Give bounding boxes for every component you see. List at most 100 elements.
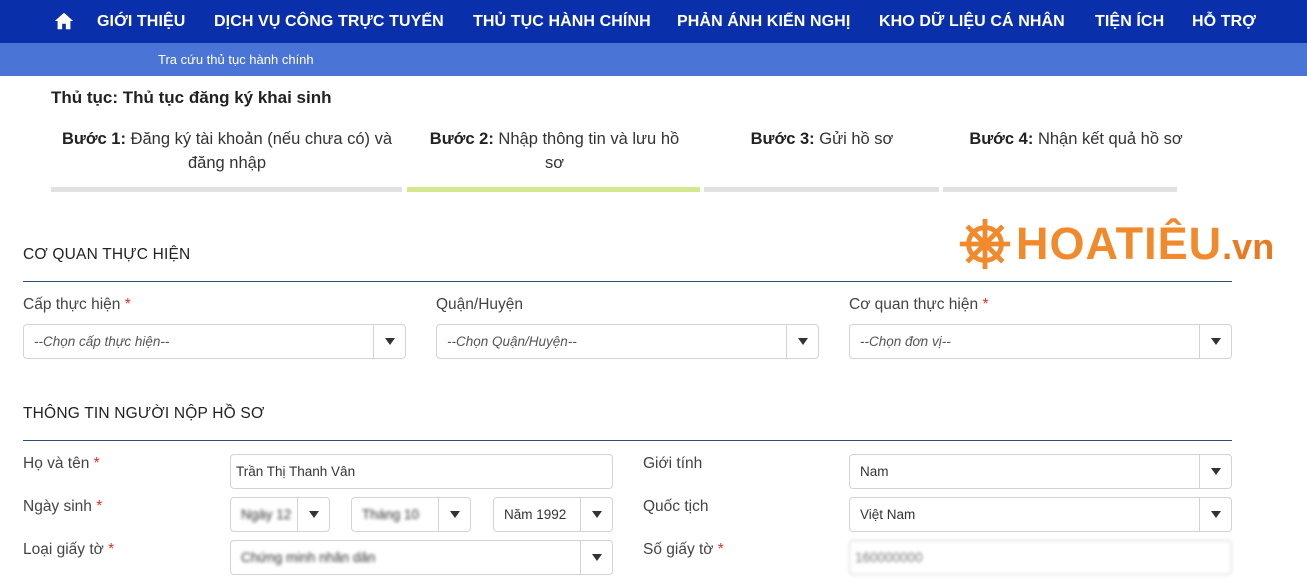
name-input[interactable] (230, 454, 613, 489)
nationality-select[interactable]: Việt Nam (849, 497, 1232, 532)
level-select[interactable]: --Chọn cấp thực hiện-- (23, 324, 406, 359)
step-4-progress-bar (943, 187, 1177, 192)
required-mark: * (108, 541, 115, 558)
gender-select-toggle[interactable] (1199, 455, 1231, 488)
district-select-value: --Chọn Quận/Huyện-- (447, 334, 577, 349)
chevron-down-icon (1211, 468, 1221, 475)
logo-suffix: .vn (1222, 226, 1275, 267)
dob-label-text: Ngày sinh (23, 498, 92, 515)
chevron-down-icon (385, 338, 395, 345)
dob-year-select[interactable]: Năm 1992 (493, 497, 613, 532)
agency-label-text: Cơ quan thực hiện (849, 296, 979, 313)
hoatieu-watermark-logo: HOATIÊU.vn (956, 212, 1274, 276)
chevron-down-icon (309, 511, 319, 518)
dob-day-toggle[interactable] (297, 498, 329, 531)
home-icon[interactable] (53, 10, 75, 32)
doctype-select-toggle[interactable] (580, 541, 612, 574)
nav-tien-ich[interactable]: TIỆN ÍCH (1095, 0, 1164, 43)
doctype-select[interactable]: Chứng minh nhân dân (230, 540, 613, 575)
nav-dich-vu-cong[interactable]: DỊCH VỤ CÔNG TRỰC TUYẾN (214, 0, 444, 43)
step-3-text: Gửi hồ sơ (819, 130, 894, 148)
step-1-progress-bar (51, 187, 402, 192)
doctype-label: Loại giấy tờ * (23, 541, 114, 559)
agency-section-title: CƠ QUAN THỰC HIỆN (23, 246, 191, 263)
agency-select[interactable]: --Chọn đơn vị-- (849, 324, 1232, 359)
district-label: Quận/Huyện (436, 296, 523, 314)
dob-year-toggle[interactable] (580, 498, 612, 531)
dob-month-toggle[interactable] (438, 498, 470, 531)
required-mark: * (93, 455, 100, 472)
sub-navigation: Tra cứu thủ tục hành chính (0, 43, 1307, 76)
nav-gioi-thieu[interactable]: GIỚI THIỆU (97, 0, 185, 43)
district-select[interactable]: --Chọn Quận/Huyện-- (436, 324, 819, 359)
nav-kho-du-lieu[interactable]: KHO DỮ LIỆU CÁ NHÂN (879, 0, 1065, 43)
logo-text: HOATIÊU (1016, 218, 1223, 269)
applicant-section-title: THÔNG TIN NGƯỜI NỘP HỒ SƠ (23, 405, 265, 422)
chevron-down-icon (592, 554, 602, 561)
docnum-input[interactable] (849, 540, 1232, 575)
nav-ho-tro[interactable]: HỖ TRỢ (1192, 0, 1256, 43)
level-select-value: --Chọn cấp thực hiện-- (34, 334, 170, 349)
step-2-number: Bước 2: (429, 130, 494, 148)
dob-day-value: Ngày 12 (241, 507, 292, 522)
applicant-section-divider (23, 440, 1232, 441)
step-1-text-2: đăng nhập (188, 154, 266, 172)
step-4: Bước 4: Nhận kết quả hồ sơ (944, 127, 1208, 151)
agency-label: Cơ quan thực hiện * (849, 296, 988, 314)
step-1: Bước 1: Đăng ký tài khoản (nếu chưa có) … (51, 127, 403, 175)
doctype-select-value: Chứng minh nhân dân (241, 550, 376, 565)
gender-label: Giới tính (643, 455, 702, 473)
required-mark: * (982, 296, 989, 313)
doctype-label-text: Loại giấy tờ (23, 541, 104, 558)
docnum-label-text: Số giấy tờ (643, 541, 714, 558)
nationality-select-value: Việt Nam (860, 507, 916, 522)
docnum-label: Số giấy tờ * (643, 541, 724, 559)
chevron-down-icon (450, 511, 460, 518)
step-2-progress-bar (407, 187, 700, 192)
name-label-text: Họ và tên (23, 455, 90, 472)
step-2: Bước 2: Nhập thông tin và lưu hồ sơ (412, 127, 697, 175)
subnav-tra-cuu[interactable]: Tra cứu thủ tục hành chính (158, 43, 314, 76)
step-3: Bước 3: Gửi hồ sơ (704, 127, 940, 151)
district-select-toggle[interactable] (786, 325, 818, 358)
dob-month-value: Tháng 10 (362, 507, 420, 522)
level-label: Cấp thực hiện * (23, 296, 131, 314)
agency-section-divider (23, 281, 1232, 282)
agency-select-toggle[interactable] (1199, 325, 1231, 358)
nationality-select-toggle[interactable] (1199, 498, 1231, 531)
step-2-text: Nhập thông tin và lưu hồ (498, 130, 680, 148)
nationality-label-text: Quốc tịch (643, 498, 709, 515)
step-2-text-2: sơ (544, 154, 565, 172)
agency-select-value: --Chọn đơn vị-- (860, 334, 951, 349)
nationality-label: Quốc tịch (643, 498, 708, 516)
ship-wheel-icon (959, 218, 1011, 270)
nav-thu-tuc-hanh-chinh[interactable]: THỦ TỤC HÀNH CHÍNH (473, 0, 651, 43)
step-4-number: Bước 4: (969, 130, 1034, 148)
procedure-title: Thủ tục: Thủ tục đăng ký khai sinh (51, 88, 332, 107)
required-mark: * (124, 296, 131, 313)
top-navigation: GIỚI THIỆU DỊCH VỤ CÔNG TRỰC TUYẾN THỦ T… (0, 0, 1307, 43)
step-3-number: Bước 3: (750, 130, 815, 148)
gender-select[interactable]: Nam (849, 454, 1232, 489)
chevron-down-icon (1211, 338, 1221, 345)
name-label: Họ và tên * (23, 455, 100, 473)
dob-year-value: Năm 1992 (504, 507, 567, 522)
district-label-text: Quận/Huyện (436, 296, 524, 313)
required-mark: * (96, 498, 103, 515)
dob-month-select[interactable]: Tháng 10 (351, 497, 471, 532)
level-label-text: Cấp thực hiện (23, 296, 121, 313)
step-1-text: Đăng ký tài khoản (nếu chưa có) và (130, 130, 393, 148)
dob-day-select[interactable]: Ngày 12 (230, 497, 330, 532)
nav-phan-anh-kien-nghi[interactable]: PHẢN ÁNH KIẾN NGHỊ (677, 0, 850, 43)
level-select-toggle[interactable] (373, 325, 405, 358)
chevron-down-icon (798, 338, 808, 345)
dob-label: Ngày sinh * (23, 498, 102, 516)
chevron-down-icon (592, 511, 602, 518)
required-mark: * (717, 541, 724, 558)
step-1-number: Bước 1: (61, 130, 126, 148)
step-3-progress-bar (704, 187, 939, 192)
chevron-down-icon (1211, 511, 1221, 518)
step-4-text: Nhận kết quả hồ sơ (1037, 130, 1183, 148)
logo-wordmark: HOATIÊU.vn (1016, 212, 1274, 279)
gender-label-text: Giới tính (643, 455, 703, 472)
